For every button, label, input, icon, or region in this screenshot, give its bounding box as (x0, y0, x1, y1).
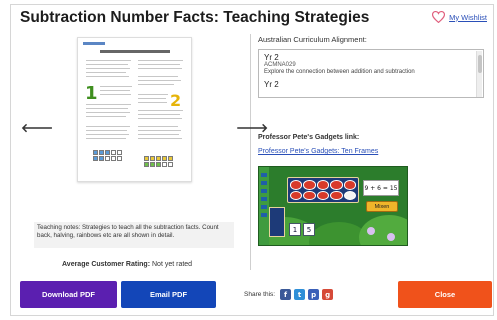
gadget-ten-frame (287, 177, 359, 203)
pdf-preview-thumbnail[interactable]: 1 2 (77, 37, 192, 182)
curriculum-year: Yr 2 (264, 80, 279, 89)
gadget-mixen-button: Mixen (366, 201, 398, 212)
teaching-notes: Teaching notes: Strategies to teach all … (34, 222, 234, 248)
curriculum-label: Australian Curriculum Alignment: (258, 35, 367, 44)
preview-ten-frame-right (144, 156, 173, 167)
preview-ten-frame-left (93, 150, 122, 161)
share-label: Share this: (244, 291, 276, 298)
wishlist-label: My Wishlist (449, 12, 487, 22)
preview-heading (100, 50, 170, 53)
curriculum-list[interactable]: Yr 2 ACMNA029 Explore the connection bet… (258, 49, 484, 98)
gadget-screenshot[interactable]: 9 + 6 = 15 Mixen 1 5 (258, 166, 408, 246)
gadget-equation: 9 + 6 = 15 (363, 180, 399, 196)
preview-number-two: 2 (170, 91, 182, 110)
facebook-icon[interactable]: f (280, 289, 292, 300)
close-button[interactable]: Close (398, 281, 492, 308)
rating-label: Average Customer Rating: (62, 261, 151, 268)
gadget-tile: 1 (289, 223, 301, 236)
preview-logo (83, 42, 105, 45)
gadget-number-tiles: 1 5 (289, 223, 315, 236)
share-bar: Share this: f t p g (244, 289, 334, 300)
rating-value: Not yet rated (152, 261, 193, 268)
google-plus-icon[interactable]: g (322, 289, 334, 300)
column-divider (250, 34, 251, 270)
wishlist-link[interactable]: My Wishlist (432, 11, 487, 23)
gadget-toolbar (259, 167, 269, 245)
curriculum-code: ACMNA029 (264, 62, 296, 68)
previous-arrow-icon[interactable]: 🡐 (21, 120, 53, 135)
gadgets-label: Professor Pete's Gadgets link: (258, 134, 360, 141)
email-pdf-button[interactable]: Email PDF (121, 281, 216, 308)
gadget-mini-frame (269, 207, 285, 237)
pinterest-icon[interactable]: p (308, 289, 320, 300)
preview-number-one: 1 (85, 83, 98, 104)
product-title: Subtraction Number Facts: Teaching Strat… (20, 9, 370, 26)
twitter-icon[interactable]: t (294, 289, 306, 300)
next-arrow-icon[interactable]: 🡒 (236, 120, 268, 135)
gadget-tile: 5 (303, 223, 315, 236)
curriculum-scrollbar[interactable] (476, 51, 482, 97)
curriculum-description: Explore the connection between addition … (264, 69, 415, 75)
gadgets-link[interactable]: Professor Pete's Gadgets: Ten Frames (258, 148, 378, 155)
heart-icon (432, 11, 446, 23)
download-pdf-button[interactable]: Download PDF (20, 281, 117, 308)
customer-rating: Average Customer Rating: Not yet rated (62, 261, 192, 268)
curriculum-year: Yr 2 (264, 53, 279, 62)
